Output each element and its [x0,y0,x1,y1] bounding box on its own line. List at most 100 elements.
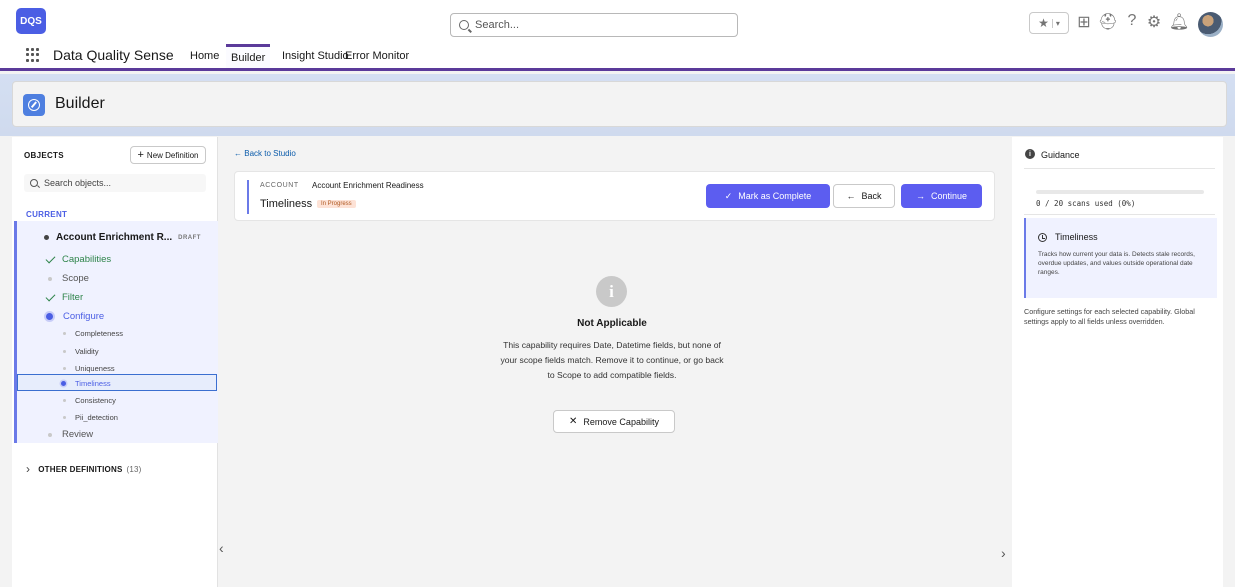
capability-validity[interactable]: Validity [63,347,99,356]
capability-guidance-title: Timeliness [1055,232,1098,242]
capability-label: Consistency [75,396,116,405]
global-search-input[interactable]: Search... [450,13,738,37]
builder-compass-icon [23,94,45,116]
back-to-studio-link[interactable]: ← Back to Studio [234,149,296,158]
capability-consistency[interactable]: Consistency [63,396,116,405]
step-label: Review [62,429,94,440]
app-launcher-icon[interactable] [26,48,40,62]
capability-uniqueness[interactable]: Uniqueness [63,364,115,373]
add-icon[interactable]: ⊞ [1075,12,1093,32]
back-label: Back [861,191,882,201]
clock-icon [1038,232,1047,242]
search-icon [30,179,38,187]
guidance-title: Guidance [1041,150,1080,160]
help-icon[interactable]: ? [1124,12,1140,30]
favorites-dropdown-icon: ▾ [1051,18,1063,28]
nav-item-builder[interactable]: Builder [226,44,271,68]
page-header: Builder [12,81,1227,127]
capability-label: Uniqueness [75,364,115,373]
step-review[interactable]: Review [48,429,93,440]
step-configure[interactable]: Configure [46,311,104,322]
status-badge: In Progress [317,200,356,208]
search-placeholder: Search... [475,19,520,31]
step-capabilities[interactable]: Capabilities [45,253,112,265]
definition-dot-icon [44,235,49,240]
new-definition-button[interactable]: + New Definition [130,146,206,164]
pending-dot-icon [48,432,52,437]
trailhead-icon[interactable]: ⛑ [1098,12,1118,32]
favorites-star-icon: ★ [1038,16,1049,30]
capability-timeliness[interactable]: Timeliness [61,379,111,388]
capability-guidance-heading: Timeliness [1038,232,1098,242]
card-accent-bar [247,180,249,214]
notifications-bell-icon[interactable]: 🔔︎ [1169,12,1189,32]
nav-item-home[interactable]: Home [185,44,224,68]
definition-item[interactable]: Account Enrichment R... DRAFT [44,232,201,243]
collapse-left-panel-icon[interactable]: ‹ [219,540,224,556]
capability-title: Timeliness [260,198,313,210]
configure-note: Configure settings for each selected cap… [1024,307,1195,326]
pending-dot-icon [63,367,66,370]
object-tag: ACCOUNT [260,182,299,189]
pending-dot-icon [63,332,66,335]
search-objects-input[interactable]: Search objects... [24,174,206,192]
divider [1024,168,1215,169]
check-icon: ✓ [724,190,733,201]
draft-badge: DRAFT [178,234,201,241]
scans-used-text: 0 / 20 scans used (0%) [1036,199,1136,208]
divider [1024,214,1215,215]
check-icon [45,253,56,263]
page-title: Builder [55,95,105,112]
step-label: Scope [62,273,89,284]
other-definitions-count: (13) [126,464,142,474]
chevron-right-icon: › [26,462,31,476]
step-filter[interactable]: Filter [45,291,84,303]
capability-label: Pii_detection [75,413,118,422]
remove-capability-button[interactable]: ✕ Remove Capability [553,410,675,433]
pending-dot-icon [63,416,66,419]
step-label: Configure [63,311,105,322]
capability-pii-detection[interactable]: Pii_detection [63,413,118,422]
collapse-right-panel-icon[interactable]: › [1001,545,1006,561]
remove-capability-label: Remove Capability [583,416,659,427]
back-button[interactable]: ← Back [833,184,895,208]
definition-title: Account Enrichment Readiness [312,181,424,190]
step-scope[interactable]: Scope [48,273,89,284]
pending-dot-icon [63,399,66,402]
definition-name: Account Enrichment R... [56,232,173,243]
selected-capability-highlight [17,374,217,391]
current-capability-icon [61,381,66,386]
other-definitions-toggle[interactable]: › OTHER DEFINITIONS (13) [26,462,142,476]
pending-dot-icon [63,350,66,353]
capability-completeness[interactable]: Completeness [63,329,123,338]
global-header: DQS Search... ★ ▾ ⊞ ⛑ ? ⚙ 🔔︎ [0,0,1235,44]
search-icon [459,20,469,30]
check-icon [45,291,56,301]
arrow-right-icon: → [915,191,925,201]
favorites-button[interactable]: ★ ▾ [1029,12,1069,34]
capability-label: Timeliness [75,379,111,388]
step-label: Filter [62,292,84,303]
continue-button[interactable]: → Continue [901,184,982,208]
arrow-left-icon: ← [846,191,856,201]
app-navigation: Data Quality Sense Home Builder Insight … [0,44,1235,71]
current-section-label: CURRENT [26,210,68,219]
pending-dot-icon [48,276,52,281]
capability-guidance-description: Tracks how current your data is. Detects… [1038,251,1195,276]
back-to-studio-label: Back to Studio [244,149,296,158]
close-icon: ✕ [569,416,578,427]
app-logo[interactable]: DQS [16,8,46,34]
new-definition-label: New Definition [146,150,199,160]
nav-item-error-monitor[interactable]: Error Monitor [340,44,414,68]
objects-panel: OBJECTS + New Definition Search objects..… [12,137,218,587]
setup-gear-icon[interactable]: ⚙ [1145,12,1163,32]
search-objects-placeholder: Search objects... [44,178,112,188]
step-label: Capabilities [62,254,112,265]
objects-label: OBJECTS [24,151,64,160]
plus-icon: + [137,149,144,161]
scans-progress-bar [1036,190,1204,194]
info-icon: i [1025,149,1035,159]
user-avatar[interactable] [1198,12,1223,37]
info-icon: i [596,276,627,307]
mark-as-complete-button[interactable]: ✓ Mark as Complete [706,184,830,208]
